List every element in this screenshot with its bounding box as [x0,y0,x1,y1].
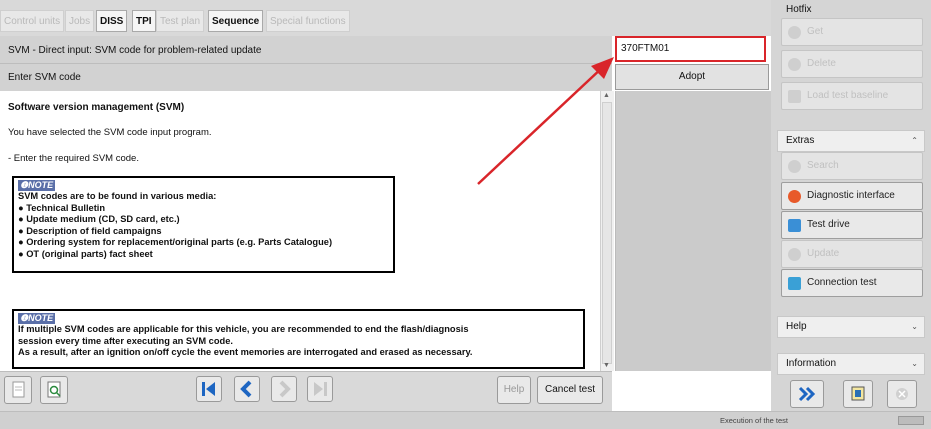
extras-header[interactable]: Extras ⌃ [777,130,925,152]
cancel-test-button[interactable]: Cancel test [537,376,603,404]
load-icon [788,90,801,103]
get-icon [788,26,801,39]
status-text: Execution of the test [720,416,788,425]
progress-indicator [898,416,924,425]
chevron-up-icon: ⌃ [911,136,918,145]
help-button[interactable]: Help [497,376,531,404]
hotfix-title: Hotfix [786,4,812,15]
connection-icon [788,277,801,290]
screenshot-button[interactable] [843,380,873,408]
double-chevron-right-icon [798,386,816,402]
car-icon [788,219,801,232]
close-icon [896,388,908,400]
next-step-icon[interactable] [271,376,297,402]
diagnostic-interface-icon [788,190,801,203]
update-button[interactable]: Update [781,240,923,268]
print-icon[interactable] [4,376,32,404]
forward-button[interactable] [790,380,824,408]
first-step-icon[interactable] [196,376,222,402]
search-icon [788,160,801,173]
close-button[interactable] [887,380,917,408]
test-drive-button[interactable]: Test drive [781,211,923,239]
chevron-down-icon: ⌄ [911,322,918,331]
get-button[interactable]: Get [781,18,923,46]
load-test-baseline-button[interactable]: Load test baseline [781,82,923,110]
screenshot-icon [851,386,865,401]
chevron-down-icon: ⌄ [911,359,918,368]
last-step-icon[interactable] [307,376,333,402]
help-header[interactable]: Help ⌄ [777,316,925,338]
information-header[interactable]: Information ⌄ [777,353,925,375]
diagnostic-interface-button[interactable]: Diagnostic interface [781,182,923,210]
search-button[interactable]: Search [781,152,923,180]
zoom-document-icon[interactable] [40,376,68,404]
connection-test-button[interactable]: Connection test [781,269,923,297]
previous-step-icon[interactable] [234,376,260,402]
delete-icon [788,58,801,71]
status-bar: Execution of the test [0,411,931,429]
delete-button[interactable]: Delete [781,50,923,78]
update-icon [788,248,801,261]
